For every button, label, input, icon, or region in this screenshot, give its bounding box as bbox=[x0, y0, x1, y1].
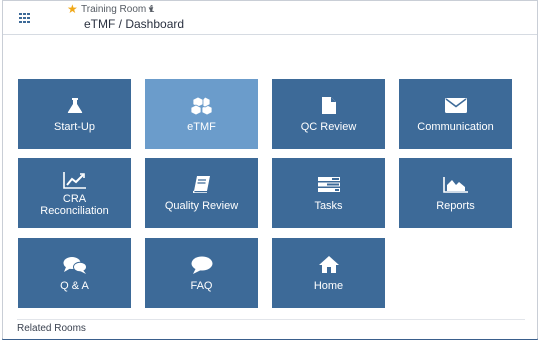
tile-quality-review[interactable]: Quality Review bbox=[145, 158, 258, 228]
tile-label: FAQ bbox=[190, 279, 213, 292]
tile-q-and-a[interactable]: Q & A bbox=[18, 238, 131, 308]
top-header: ★ Training Room 1 ▼ eTMF / Dashboard bbox=[3, 1, 537, 35]
tile-label: Communication bbox=[417, 120, 494, 133]
envelope-icon bbox=[444, 96, 467, 116]
comment-icon bbox=[191, 255, 213, 275]
tile-label-line-2: Reconciliation bbox=[40, 204, 109, 217]
line-chart-icon bbox=[62, 170, 87, 190]
tasks-icon bbox=[317, 175, 340, 195]
tile-label: Q & A bbox=[60, 279, 89, 292]
related-rooms-heading: Related Rooms bbox=[17, 323, 86, 334]
room-selector[interactable]: Training Room 1 bbox=[81, 4, 155, 16]
cubes-icon bbox=[190, 96, 213, 116]
section-divider bbox=[17, 319, 525, 320]
tile-faq[interactable]: FAQ bbox=[145, 238, 258, 308]
tile-label: Home bbox=[313, 279, 344, 292]
page-title: eTMF / Dashboard bbox=[84, 17, 185, 31]
tile-home[interactable]: Home bbox=[272, 238, 385, 308]
tile-qc-review[interactable]: QC Review bbox=[272, 79, 385, 149]
tile-label: Start-Up bbox=[54, 120, 95, 133]
tile-tasks[interactable]: Tasks bbox=[272, 158, 385, 228]
dashboard-body: Start-Up eTMF QC Review Communication CR… bbox=[3, 35, 537, 339]
app-window: ★ Training Room 1 ▼ eTMF / Dashboard Sta… bbox=[2, 0, 538, 340]
area-chart-icon bbox=[442, 175, 469, 195]
apps-grid-icon[interactable] bbox=[19, 13, 30, 23]
tile-label: Quality Review bbox=[164, 199, 239, 212]
tile-start-up[interactable]: Start-Up bbox=[18, 79, 131, 149]
favorite-star-icon[interactable]: ★ bbox=[67, 3, 78, 15]
comments-icon bbox=[63, 255, 87, 275]
tile-label-line-1: CRA bbox=[62, 192, 87, 205]
tile-label: Tasks bbox=[314, 199, 343, 212]
tile-label: Reports bbox=[436, 199, 475, 212]
caret-down-icon[interactable]: ▼ bbox=[147, 4, 155, 16]
tile-communication[interactable]: Communication bbox=[399, 79, 512, 149]
home-icon bbox=[318, 255, 339, 275]
book-icon bbox=[192, 175, 211, 195]
flask-icon bbox=[67, 96, 83, 116]
tile-label: eTMF bbox=[187, 120, 216, 133]
file-icon bbox=[321, 96, 336, 116]
tile-cra-reconciliation[interactable]: CRA Reconciliation bbox=[18, 158, 131, 228]
tile-reports[interactable]: Reports bbox=[399, 158, 512, 228]
tile-label: QC Review bbox=[300, 120, 357, 133]
tile-etmf[interactable]: eTMF bbox=[145, 79, 258, 149]
